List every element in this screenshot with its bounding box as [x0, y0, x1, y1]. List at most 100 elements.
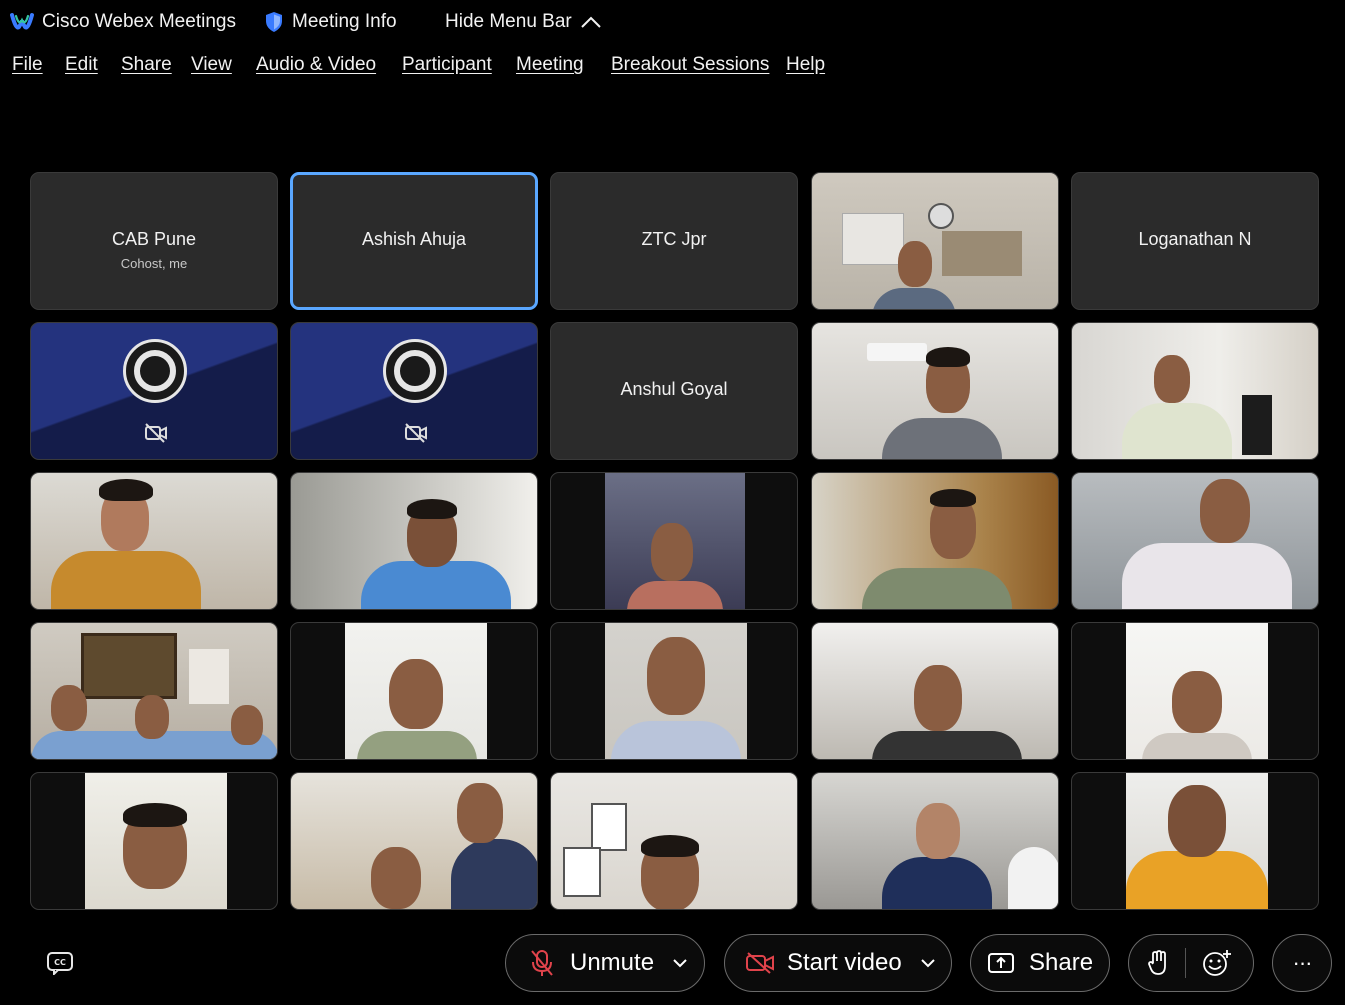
raise-hand-icon[interactable]: [1147, 949, 1169, 977]
video-content: [189, 649, 229, 704]
participant-video-tile[interactable]: [1071, 622, 1319, 760]
video-content: [882, 857, 992, 909]
video-content: [930, 489, 976, 507]
video-content: [1154, 355, 1190, 403]
mic-muted-icon: [531, 950, 553, 976]
participant-video-tile[interactable]: [290, 472, 538, 610]
chevron-down-icon[interactable]: [920, 958, 936, 968]
participant-video-tile[interactable]: [550, 472, 798, 610]
app-title: Cisco Webex Meetings: [10, 11, 236, 33]
video-content: [651, 523, 693, 581]
menu-help[interactable]: Help: [786, 54, 825, 76]
meeting-info-label: Meeting Info: [292, 11, 397, 32]
video-content: [1200, 479, 1250, 543]
menu-breakout-sessions[interactable]: Breakout Sessions: [611, 54, 769, 76]
participant-grid: CAB Pune Cohost, me Ashish Ahuja ZTC Jpr…: [30, 172, 1321, 912]
participant-video-tile[interactable]: [811, 472, 1059, 610]
participant-tile-loganathan-n[interactable]: Loganathan N: [1071, 172, 1319, 310]
participant-video-tile[interactable]: [290, 622, 538, 760]
obs-logo-icon: [383, 339, 447, 403]
video-content: [1168, 785, 1226, 857]
participant-tile-cab-pune[interactable]: CAB Pune Cohost, me: [30, 172, 278, 310]
video-content: [51, 685, 87, 731]
hide-menu-bar-button[interactable]: Hide Menu Bar: [445, 11, 602, 33]
svg-text:CC: CC: [54, 958, 66, 967]
menu-audio-video[interactable]: Audio & Video: [256, 54, 376, 76]
menu-participant[interactable]: Participant: [402, 54, 492, 76]
menu-edit[interactable]: Edit: [65, 54, 98, 76]
participant-video-tile[interactable]: [30, 472, 278, 610]
video-content: [563, 847, 601, 897]
participant-obs-tile[interactable]: [30, 322, 278, 460]
participant-video-tile[interactable]: [550, 622, 798, 760]
title-bar: Cisco Webex Meetings Meeting Info Hide M…: [0, 0, 1345, 46]
reactions-icon[interactable]: [1202, 948, 1232, 978]
video-content: [389, 659, 443, 729]
closed-captions-icon[interactable]: CC: [46, 951, 74, 975]
obs-logo-icon: [123, 339, 187, 403]
hide-menu-bar-label: Hide Menu Bar: [445, 11, 572, 32]
video-content: [872, 731, 1022, 759]
participant-video-tile[interactable]: [811, 622, 1059, 760]
video-content: [407, 499, 457, 519]
video-content: [916, 803, 960, 859]
chevron-down-icon[interactable]: [672, 958, 688, 968]
start-video-label: Start video: [787, 949, 902, 976]
unmute-button[interactable]: Unmute: [505, 934, 705, 992]
meeting-info-button[interactable]: Meeting Info: [264, 11, 397, 33]
video-off-icon: [145, 423, 167, 443]
video-content: [898, 241, 932, 287]
video-content: [51, 551, 201, 609]
video-content: [872, 288, 956, 309]
participant-video-tile[interactable]: [811, 172, 1059, 310]
participant-tile-ztc-jpr[interactable]: ZTC Jpr: [550, 172, 798, 310]
video-content: [1242, 395, 1272, 455]
video-content: [1122, 403, 1232, 459]
video-content: [457, 783, 503, 843]
participant-tile-anshul-goyal[interactable]: Anshul Goyal: [550, 322, 798, 460]
menu-file[interactable]: File: [12, 54, 43, 76]
participant-name: Anshul Goyal: [620, 379, 728, 399]
participant-name: CAB Pune: [111, 229, 197, 249]
video-content: [123, 803, 187, 827]
participant-video-tile[interactable]: [1071, 472, 1319, 610]
participant-tile-ashish-ahuja[interactable]: Ashish Ahuja: [290, 172, 538, 310]
participant-video-tile[interactable]: [290, 772, 538, 910]
start-video-button[interactable]: Start video: [724, 934, 952, 992]
share-button[interactable]: Share: [970, 934, 1110, 992]
participant-video-tile[interactable]: [1071, 772, 1319, 910]
video-content: [914, 665, 962, 731]
unmute-label: Unmute: [570, 949, 655, 976]
video-content: [361, 561, 511, 609]
participant-video-tile[interactable]: [811, 772, 1059, 910]
participant-obs-tile[interactable]: [290, 322, 538, 460]
video-content: [99, 479, 153, 501]
participant-video-tile[interactable]: [1071, 322, 1319, 460]
video-off-icon: [405, 423, 427, 443]
video-content: [862, 568, 1012, 609]
menu-meeting[interactable]: Meeting: [516, 54, 584, 76]
participant-video-tile[interactable]: [550, 772, 798, 910]
participant-name: ZTC Jpr: [641, 229, 707, 249]
participant-video-tile[interactable]: [30, 622, 278, 760]
video-content: [135, 695, 169, 739]
share-icon: [988, 953, 1014, 973]
more-options-button[interactable]: ···: [1272, 934, 1332, 992]
participant-video-tile[interactable]: [30, 772, 278, 910]
shield-icon: [266, 12, 282, 32]
video-content: [1008, 847, 1058, 909]
app-name: Cisco Webex Meetings: [42, 11, 236, 32]
participant-name: Ashish Ahuja: [361, 229, 467, 249]
reactions-group: [1128, 934, 1254, 992]
video-content: [1122, 543, 1292, 609]
participant-role: Cohost, me: [120, 256, 188, 271]
video-content: [942, 231, 1022, 276]
divider: [1185, 948, 1186, 978]
participant-video-tile[interactable]: [811, 322, 1059, 460]
video-content: [371, 847, 421, 909]
video-content: [647, 637, 705, 715]
meeting-controls: CC Unmute Start video Share ···: [0, 930, 1345, 1000]
video-content: [451, 839, 537, 909]
menu-share[interactable]: Share: [121, 54, 172, 76]
menu-view[interactable]: View: [191, 54, 232, 76]
